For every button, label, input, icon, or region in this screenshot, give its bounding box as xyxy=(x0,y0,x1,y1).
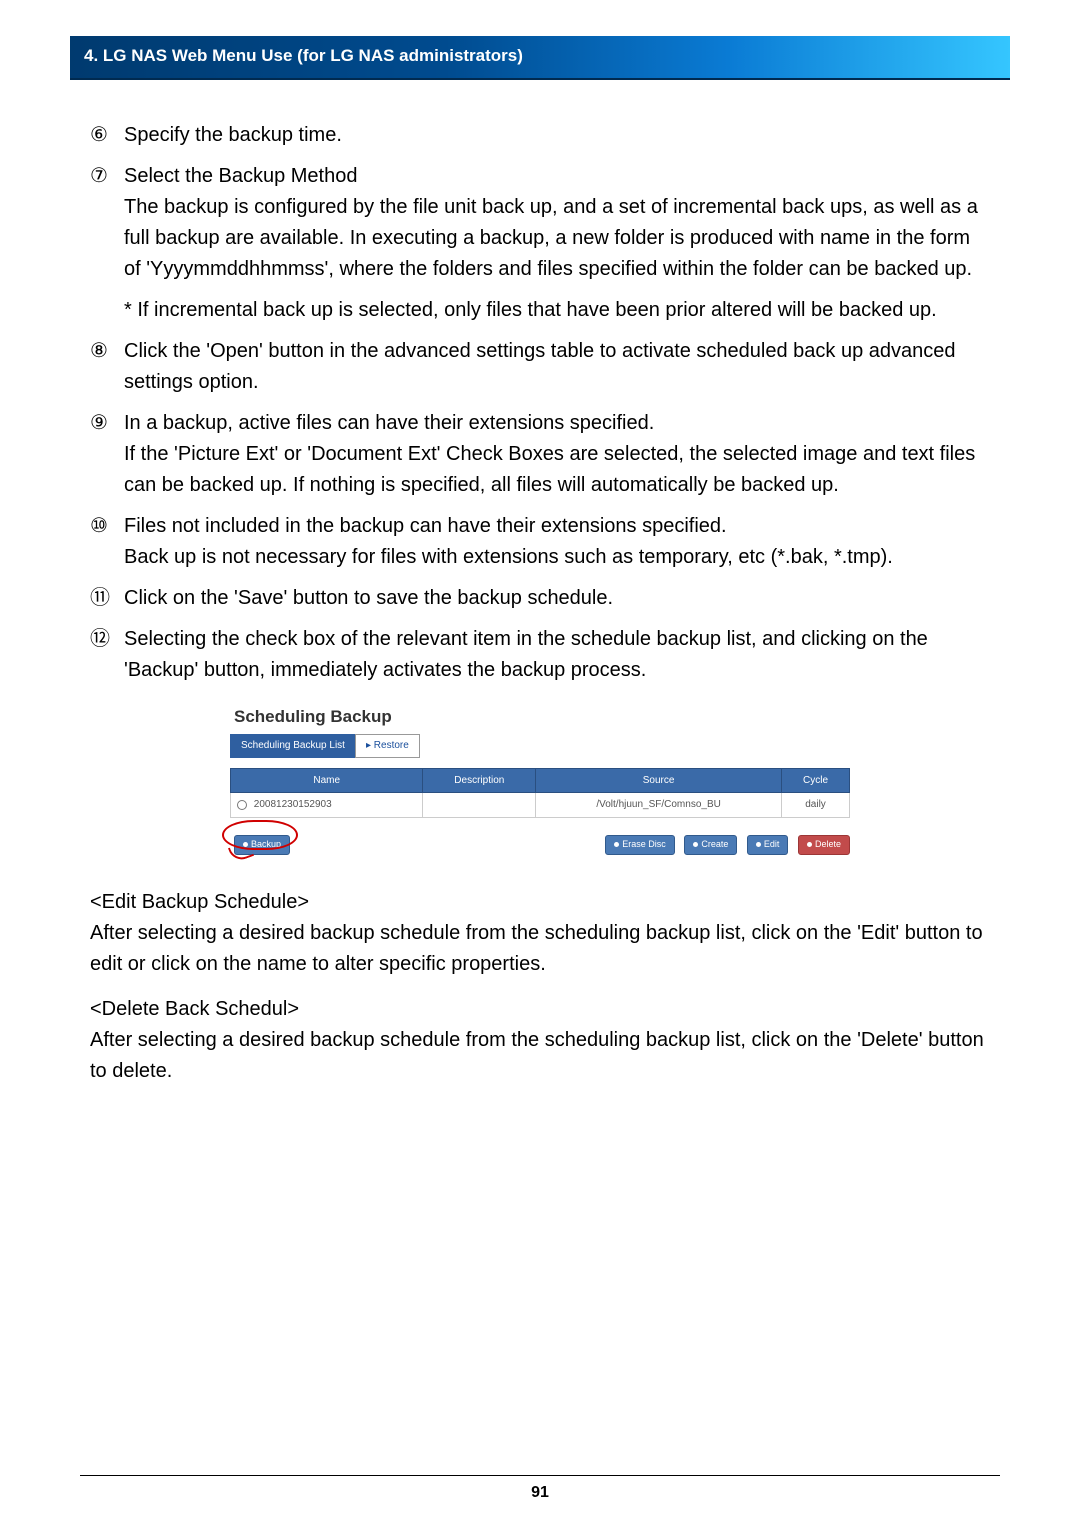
backup-button[interactable]: Backup xyxy=(234,835,290,855)
step-number: ⑥ xyxy=(90,120,124,151)
page-number: 91 xyxy=(0,1484,1080,1502)
step-number: ⑨ xyxy=(90,408,124,501)
table-header-row: Name Description Source Cycle xyxy=(231,768,850,793)
step-number: ⑪ xyxy=(90,583,124,614)
erase-disc-button[interactable]: Erase Disc xyxy=(605,835,675,855)
backup-button-highlight: Backup xyxy=(230,826,290,857)
screenshot-button-row: Backup Erase Disc Create Edit Delete xyxy=(230,826,850,857)
document-page: 4. LG NAS Web Menu Use (for LG NAS admin… xyxy=(0,0,1080,1530)
step-text: Click on the 'Save' button to save the b… xyxy=(124,583,990,614)
delete-backup-body: After selecting a desired backup schedul… xyxy=(90,1025,990,1087)
cell-name: 20081230152903 xyxy=(231,793,423,818)
step-10: ⑩ Files not included in the backup can h… xyxy=(90,511,990,573)
footer-rule xyxy=(80,1475,1000,1476)
tab-scheduling-backup-list[interactable]: Scheduling Backup List xyxy=(230,734,356,758)
step-line: Back up is not necessary for files with … xyxy=(124,542,990,573)
step-description: The backup is configured by the file uni… xyxy=(124,192,990,285)
edit-backup-body: After selecting a desired backup schedul… xyxy=(90,918,990,980)
step-line: Files not included in the backup can hav… xyxy=(124,511,990,542)
step-12: ⑫ Selecting the check box of the relevan… xyxy=(90,624,990,686)
col-cycle: Cycle xyxy=(782,768,850,793)
right-button-group: Erase Disc Create Edit Delete xyxy=(601,826,850,857)
tab-label: ▸ Restore xyxy=(366,740,409,751)
step-7: ⑦ Select the Backup Method The backup is… xyxy=(90,161,990,285)
step-number: ⑦ xyxy=(90,161,124,285)
step-number: ⑩ xyxy=(90,511,124,573)
dot-icon xyxy=(807,842,812,847)
step-11: ⑪ Click on the 'Save' button to save the… xyxy=(90,583,990,614)
dot-icon xyxy=(756,842,761,847)
step-line: If the 'Picture Ext' or 'Document Ext' C… xyxy=(124,439,990,501)
backup-list-table: Name Description Source Cycle 2008123015… xyxy=(230,768,850,818)
step-8: ⑧ Click the 'Open' button in the advance… xyxy=(90,336,990,398)
table-row[interactable]: 20081230152903 /Volt/hjuun_SF/Comnso_BU … xyxy=(231,793,850,818)
delete-backup-heading: <Delete Back Schedul> xyxy=(90,994,990,1025)
step-9: ⑨ In a backup, active files can have the… xyxy=(90,408,990,501)
step-text: Selecting the check box of the relevant … xyxy=(124,624,990,686)
col-description: Description xyxy=(423,768,536,793)
step-text: Specify the backup time. xyxy=(124,120,990,151)
step-body: Files not included in the backup can hav… xyxy=(124,511,990,573)
step-number: ⑫ xyxy=(90,624,124,686)
screenshot-title: Scheduling Backup xyxy=(230,704,850,730)
edit-backup-heading: <Edit Backup Schedule> xyxy=(90,887,990,918)
cell-description xyxy=(423,793,536,818)
dot-icon xyxy=(693,842,698,847)
dot-icon xyxy=(614,842,619,847)
create-button[interactable]: Create xyxy=(684,835,737,855)
col-source: Source xyxy=(536,768,782,793)
tab-label: Scheduling Backup List xyxy=(241,740,345,751)
step-7-note: * If incremental back up is selected, on… xyxy=(124,295,990,326)
step-line: In a backup, active files can have their… xyxy=(124,408,990,439)
cell-source: /Volt/hjuun_SF/Comnso_BU xyxy=(536,793,782,818)
step-number: ⑧ xyxy=(90,336,124,398)
step-6: ⑥ Specify the backup time. xyxy=(90,120,990,151)
cell-name-text: 20081230152903 xyxy=(254,799,332,810)
page-content: ⑥ Specify the backup time. ⑦ Select the … xyxy=(70,80,1010,1087)
delete-button[interactable]: Delete xyxy=(798,835,850,855)
step-body: In a backup, active files can have their… xyxy=(124,408,990,501)
section-header: 4. LG NAS Web Menu Use (for LG NAS admin… xyxy=(70,36,1010,80)
row-radio-icon[interactable] xyxy=(237,800,247,810)
step-body: Select the Backup Method The backup is c… xyxy=(124,161,990,285)
col-name: Name xyxy=(231,768,423,793)
after-screenshot-text: <Edit Backup Schedule> After selecting a… xyxy=(90,887,990,1087)
section-header-title: 4. LG NAS Web Menu Use (for LG NAS admin… xyxy=(84,46,523,65)
screenshot-tabs: Scheduling Backup List ▸ Restore xyxy=(230,734,850,758)
step-title: Select the Backup Method xyxy=(124,161,990,192)
dot-icon xyxy=(243,842,248,847)
cell-cycle: daily xyxy=(782,793,850,818)
embedded-screenshot: Scheduling Backup Scheduling Backup List… xyxy=(230,704,850,857)
edit-button[interactable]: Edit xyxy=(747,835,789,855)
tab-restore[interactable]: ▸ Restore xyxy=(355,734,420,758)
step-text: Click the 'Open' button in the advanced … xyxy=(124,336,990,398)
